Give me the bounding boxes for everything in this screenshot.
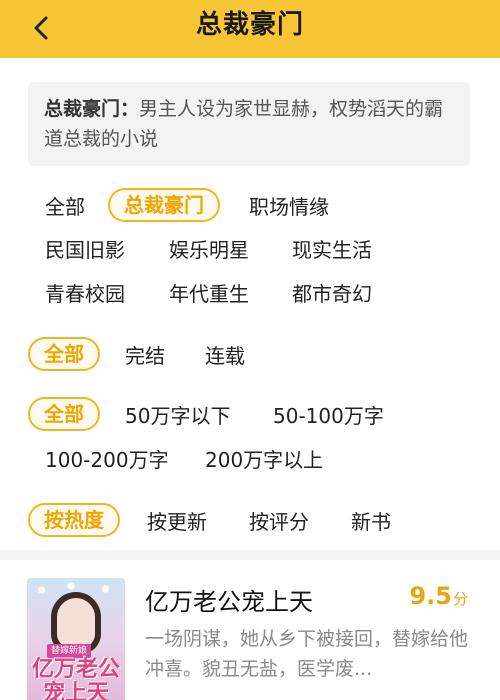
filter-category-campus[interactable]: 青春校园 xyxy=(45,277,125,311)
book-title: 亿万老公宠上天 xyxy=(145,588,313,616)
filter-words-over-200[interactable]: 200万字以上 xyxy=(205,443,323,477)
book-list-item[interactable]: 替嫁新娘 亿万老公宠上天 亿万老公宠上天 9.5分 一场阴谋，她从乡下被接回，替… xyxy=(0,560,500,700)
cover-tag: 替嫁新娘 xyxy=(47,644,92,658)
section-divider xyxy=(0,550,500,560)
filter-status-all[interactable]: 全部 xyxy=(28,337,100,371)
filter-words-under-50[interactable]: 50万字以下 xyxy=(125,399,230,433)
book-score-value: 9.5 xyxy=(409,582,452,610)
header-bar: 总裁豪门 xyxy=(0,0,500,58)
book-cover: 替嫁新娘 亿万老公宠上天 xyxy=(27,578,125,700)
page-title: 总裁豪门 xyxy=(195,10,304,40)
filter-status-finished[interactable]: 完结 xyxy=(125,339,165,373)
filter-category-ceo[interactable]: 总裁豪门 xyxy=(108,188,220,222)
filter-words-50-100[interactable]: 50-100万字 xyxy=(273,399,384,433)
category-description: 总裁豪门：男主人设为家世显赫，权势滔天的霸道总裁的小说 xyxy=(28,82,470,166)
book-description: 一场阴谋，她从乡下被接回，替嫁给他冲喜。貌丑无盐，医学废... xyxy=(145,628,469,680)
book-score: 9.5分 xyxy=(409,582,468,610)
filter-category-urban-fantasy[interactable]: 都市奇幻 xyxy=(292,277,372,311)
filter-category-reality[interactable]: 现实生活 xyxy=(292,233,372,267)
sort-by-popularity[interactable]: 按热度 xyxy=(28,503,120,537)
filter-status-ongoing[interactable]: 连载 xyxy=(205,339,245,373)
sort-by-rating[interactable]: 按评分 xyxy=(249,505,309,539)
filter-words-100-200[interactable]: 100-200万字 xyxy=(45,443,169,477)
filter-category-rebirth[interactable]: 年代重生 xyxy=(169,277,249,311)
filter-category-republic[interactable]: 民国旧影 xyxy=(45,233,125,267)
filter-category-workplace[interactable]: 职场情缘 xyxy=(249,190,329,224)
cover-title: 亿万老公宠上天 xyxy=(31,657,120,700)
filter-category-entertainment[interactable]: 娱乐明星 xyxy=(169,233,249,267)
sort-new-books[interactable]: 新书 xyxy=(351,505,391,539)
sort-by-update[interactable]: 按更新 xyxy=(147,505,207,539)
filter-words-all[interactable]: 全部 xyxy=(28,397,100,431)
description-label: 总裁豪门： xyxy=(44,98,140,120)
filter-category-all[interactable]: 全部 xyxy=(45,190,85,224)
book-score-unit: 分 xyxy=(452,590,468,608)
